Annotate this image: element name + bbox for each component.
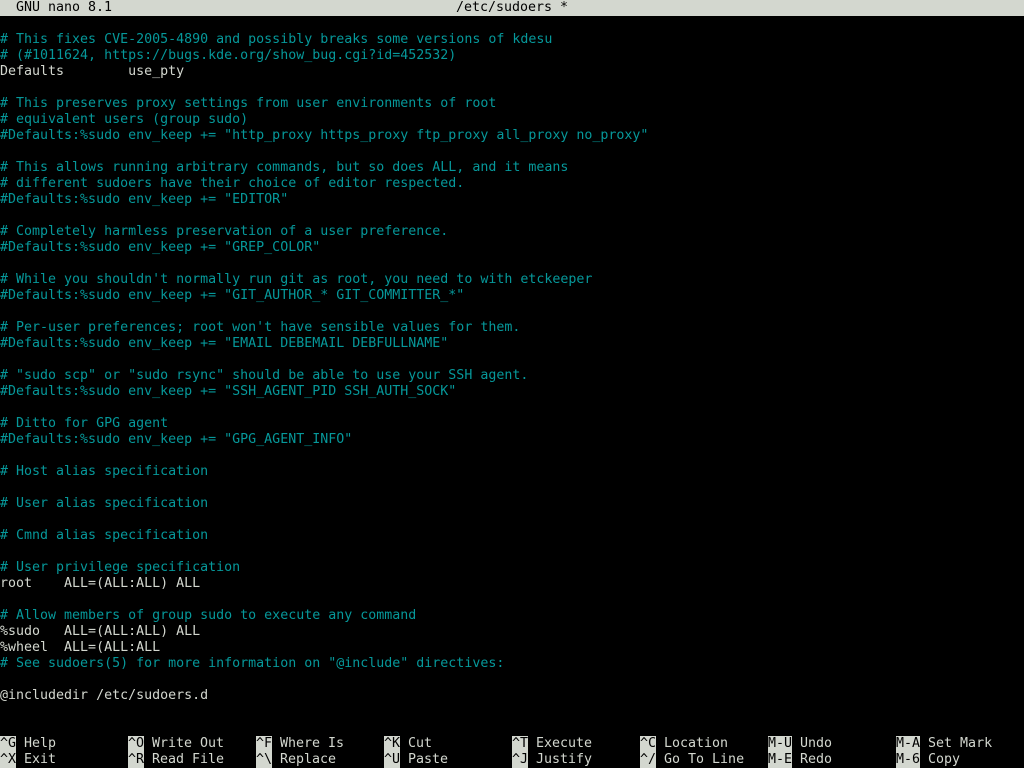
comment-line[interactable]: #Defaults:%sudo env_keep += "EMAIL DEBEM… — [0, 336, 1024, 352]
shortcut-key: ^C — [640, 736, 657, 752]
code-line[interactable]: %sudo ALL=(ALL:ALL) ALL — [0, 624, 1024, 640]
code-line[interactable] — [0, 592, 1024, 608]
shortcut-key: ^O — [128, 736, 145, 752]
shortcut-execute[interactable]: ^T Execute — [512, 736, 592, 752]
comment-line[interactable]: # "sudo scp" or "sudo rsync" should be a… — [0, 368, 1024, 384]
shortcut-replace[interactable]: ^\ Replace — [256, 752, 336, 768]
comment-line[interactable]: #Defaults:%sudo env_keep += "EDITOR" — [0, 192, 1024, 208]
shortcut-key: ^G — [0, 736, 17, 752]
comment-line[interactable]: # Allow members of group sudo to execute… — [0, 608, 1024, 624]
shortcut-justify[interactable]: ^J Justify — [512, 752, 592, 768]
shortcut-label: Exit — [24, 752, 57, 767]
shortcut-label: Read File — [152, 752, 225, 767]
editor-area[interactable]: # This fixes CVE-2005-4890 and possibly … — [0, 32, 1024, 720]
comment-line[interactable]: #Defaults:%sudo env_keep += "http_proxy … — [0, 128, 1024, 144]
comment-line[interactable]: # This fixes CVE-2005-4890 and possibly … — [0, 32, 1024, 48]
shortcut-set-mark[interactable]: M-A Set Mark — [896, 736, 992, 752]
comment-line[interactable]: # See sudoers(5) for more information on… — [0, 656, 1024, 672]
shortcut-read-file[interactable]: ^R Read File — [128, 752, 224, 768]
comment-line[interactable]: #Defaults:%sudo env_keep += "GIT_AUTHOR_… — [0, 288, 1024, 304]
shortcut-key: ^T — [512, 736, 529, 752]
shortcut-redo[interactable]: M-E Redo — [768, 752, 832, 768]
shortcut-label: Cut — [408, 736, 433, 751]
code-line[interactable] — [0, 480, 1024, 496]
shortcut-label: Undo — [800, 736, 833, 751]
comment-line[interactable]: # Ditto for GPG agent — [0, 416, 1024, 432]
shortcut-label: Execute — [536, 736, 593, 751]
shortcut-label: Redo — [800, 752, 833, 767]
title-bar: GNU nano 8.1 /etc/sudoers * — [0, 0, 1024, 16]
code-line[interactable] — [0, 144, 1024, 160]
file-name: /etc/sudoers * — [455, 0, 569, 15]
shortcut-label: Set Mark — [928, 736, 993, 751]
code-line[interactable] — [0, 208, 1024, 224]
code-line[interactable] — [0, 304, 1024, 320]
shortcut-paste[interactable]: ^U Paste — [384, 752, 448, 768]
shortcut-help[interactable]: ^G Help — [0, 736, 56, 752]
comment-line[interactable]: # different sudoers have their choice of… — [0, 176, 1024, 192]
comment-line[interactable]: #Defaults:%sudo env_keep += "SSH_AGENT_P… — [0, 384, 1024, 400]
code-line[interactable]: @includedir /etc/sudoers.d — [0, 688, 1024, 704]
shortcut-go-to-line[interactable]: ^/ Go To Line — [640, 752, 744, 768]
shortcut-key: ^R — [128, 752, 145, 768]
shortcut-undo[interactable]: M-U Undo — [768, 736, 832, 752]
shortcut-key: M-A — [896, 736, 921, 752]
comment-line[interactable]: # Host alias specification — [0, 464, 1024, 480]
shortcut-label: Justify — [536, 752, 593, 767]
code-line[interactable] — [0, 544, 1024, 560]
comment-line[interactable]: # Completely harmless preservation of a … — [0, 224, 1024, 240]
code-line[interactable] — [0, 672, 1024, 688]
shortcut-key: ^J — [512, 752, 529, 768]
shortcut-label: Location — [664, 736, 729, 751]
shortcut-key: M-U — [768, 736, 793, 752]
code-line[interactable]: %wheel ALL=(ALL:ALL — [0, 640, 1024, 656]
shortcut-key: ^/ — [640, 752, 657, 768]
code-line[interactable] — [0, 256, 1024, 272]
shortcut-copy[interactable]: M-6 Copy — [896, 752, 960, 768]
shortcut-key: ^K — [384, 736, 401, 752]
shortcut-label: Replace — [280, 752, 337, 767]
shortcut-cut[interactable]: ^K Cut — [384, 736, 432, 752]
comment-line[interactable]: # This allows running arbitrary commands… — [0, 160, 1024, 176]
shortcut-key: M-6 — [896, 752, 921, 768]
shortcut-where-is[interactable]: ^F Where Is — [256, 736, 344, 752]
shortcut-label: Write Out — [152, 736, 225, 751]
shortcut-key: ^\ — [256, 752, 273, 768]
shortcut-key: ^U — [384, 752, 401, 768]
comment-line[interactable]: # User privilege specification — [0, 560, 1024, 576]
shortcut-label: Where Is — [280, 736, 345, 751]
shortcut-label: Copy — [928, 752, 961, 767]
shortcut-key: M-E — [768, 752, 793, 768]
shortcut-label: Help — [24, 736, 57, 751]
comment-line[interactable]: # (#1011624, https://bugs.kde.org/show_b… — [0, 48, 1024, 64]
comment-line[interactable]: # equivalent users (group sudo) — [0, 112, 1024, 128]
comment-line[interactable]: # While you shouldn't normally run git a… — [0, 272, 1024, 288]
shortcut-bar: ^G Help ^O Write Out ^F Where Is ^K Cut ^T Execut… — [0, 736, 1024, 768]
code-line[interactable] — [0, 352, 1024, 368]
comment-line[interactable]: #Defaults:%sudo env_keep += "GREP_COLOR" — [0, 240, 1024, 256]
shortcut-exit[interactable]: ^X Exit — [0, 752, 56, 768]
shortcut-key: ^X — [0, 752, 17, 768]
code-line[interactable] — [0, 512, 1024, 528]
shortcut-label: Paste — [408, 752, 449, 767]
code-line[interactable]: Defaults use_pty — [0, 64, 1024, 80]
comment-line[interactable]: # User alias specification — [0, 496, 1024, 512]
comment-line[interactable]: # Per-user preferences; root won't have … — [0, 320, 1024, 336]
comment-line[interactable]: # Cmnd alias specification — [0, 528, 1024, 544]
code-line[interactable] — [0, 448, 1024, 464]
shortcut-location[interactable]: ^C Location — [640, 736, 728, 752]
comment-line[interactable]: # This preserves proxy settings from use… — [0, 96, 1024, 112]
code-line[interactable] — [0, 80, 1024, 96]
shortcut-write-out[interactable]: ^O Write Out — [128, 736, 224, 752]
shortcut-key: ^F — [256, 736, 273, 752]
code-line[interactable]: root ALL=(ALL:ALL) ALL — [0, 576, 1024, 592]
code-line[interactable] — [0, 400, 1024, 416]
shortcut-label: Go To Line — [664, 752, 745, 767]
comment-line[interactable]: #Defaults:%sudo env_keep += "GPG_AGENT_I… — [0, 432, 1024, 448]
